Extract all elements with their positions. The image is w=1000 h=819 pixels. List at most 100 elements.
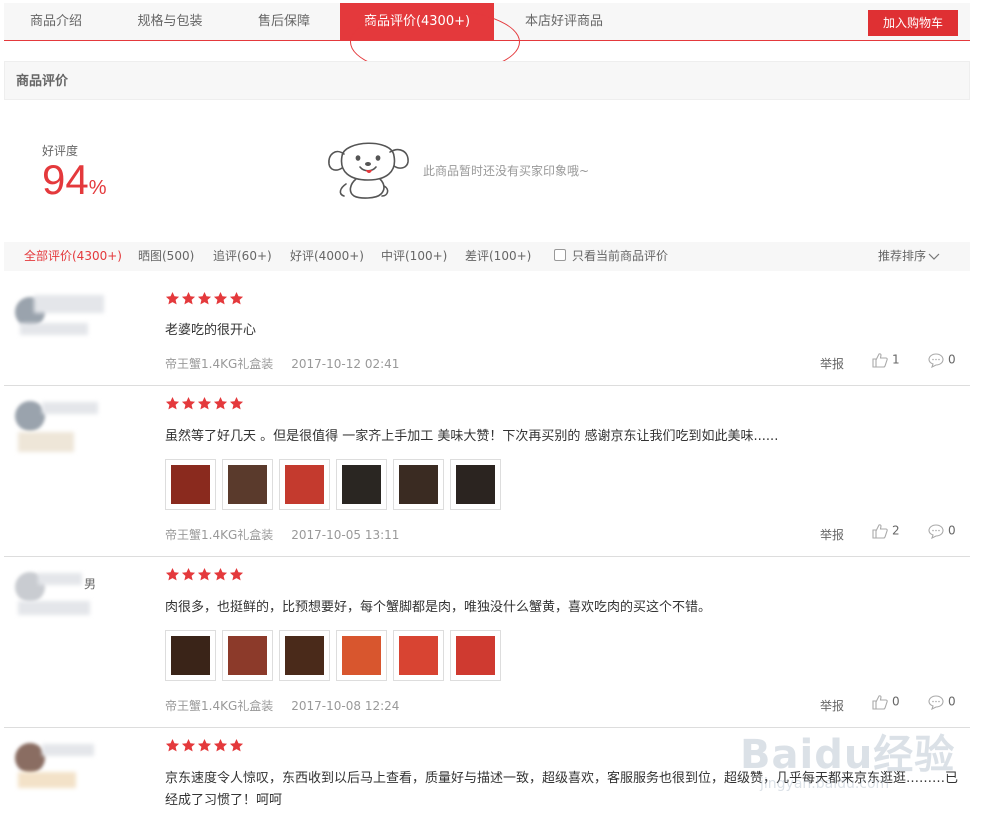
review-text: 虽然等了好几天 。但是很值得 一家齐上手加工 美味大赞！下次再买别的 感谢京东让… — [165, 429, 779, 444]
thumbs-up-icon — [872, 353, 888, 368]
photo-image — [399, 465, 438, 504]
photo-image — [171, 636, 210, 675]
like-button[interactable]: 1 — [872, 352, 900, 368]
photo-image — [399, 636, 438, 675]
filter-followup[interactable]: 追评(60+) — [213, 242, 272, 271]
only-current-product-checkbox[interactable] — [554, 249, 566, 261]
star-rating — [165, 291, 245, 307]
photo-image — [456, 465, 495, 504]
user-avatar — [15, 743, 45, 773]
star-icon — [197, 567, 212, 581]
review-date: 2017-10-08 12:24 — [291, 699, 400, 713]
photo-image — [456, 636, 495, 675]
username-blurred — [38, 573, 82, 585]
reply-button[interactable]: 0 — [928, 694, 956, 711]
star-icon — [213, 738, 228, 752]
report-link[interactable]: 举报 — [820, 697, 844, 714]
star-rating — [165, 567, 245, 583]
review-item: 虽然等了好几天 。但是很值得 一家齐上手加工 美味大赞！下次再买别的 感谢京东让… — [4, 388, 970, 557]
like-button[interactable]: 2 — [872, 523, 900, 539]
tab-after-sales[interactable]: 售后保障 — [236, 3, 332, 40]
review-photo[interactable] — [222, 630, 273, 681]
report-link[interactable]: 举报 — [820, 355, 844, 372]
impression-empty-message: 此商品暂时还没有买家印象哦~ — [423, 164, 590, 178]
review-photo[interactable] — [222, 459, 273, 510]
chevron-down-icon — [928, 253, 940, 260]
add-to-cart-button[interactable]: 加入购物车 — [868, 10, 958, 36]
review-photo[interactable] — [336, 459, 387, 510]
username-blurred — [34, 295, 104, 313]
rating-value: 94% — [42, 158, 107, 202]
review-photo[interactable] — [165, 459, 216, 510]
star-icon — [229, 567, 244, 581]
username-blurred — [42, 744, 94, 756]
review-photo[interactable] — [336, 630, 387, 681]
star-icon — [197, 738, 212, 752]
tab-store-top-rated[interactable]: 本店好评商品 — [504, 3, 624, 40]
user-avatar — [15, 401, 45, 431]
review-photos — [165, 459, 507, 511]
star-rating — [165, 738, 245, 754]
tab-specs[interactable]: 规格与包装 — [116, 3, 224, 40]
only-current-product-label: 只看当前商品评价 — [572, 249, 669, 263]
thumbs-up-icon — [872, 695, 888, 710]
photo-image — [285, 465, 324, 504]
star-icon — [181, 567, 196, 581]
star-icon — [197, 291, 212, 305]
comment-bubble-icon — [928, 353, 944, 369]
product-variant: 帝王蟹1.4KG礼盒装 — [165, 357, 274, 371]
review-photo[interactable] — [450, 459, 501, 510]
review-item: 男 肉很多，也挺鲜的，比预想要好，每个蟹脚都是肉，唯独没什么蟹黄，喜欢吃肉的买这… — [4, 559, 970, 728]
review-meta: 帝王蟹1.4KG礼盒装 2017-10-12 02:41 — [165, 355, 399, 372]
like-count: 1 — [892, 352, 900, 367]
review-date: 2017-10-12 02:41 — [291, 357, 400, 371]
rating-number: 94 — [42, 156, 89, 203]
review-item: 京东速度令人惊叹，东西收到以后马上查看，质量好与描述一致，超级喜欢，客服服务也很… — [4, 730, 970, 819]
report-link[interactable]: 举报 — [820, 526, 844, 543]
star-icon — [181, 396, 196, 410]
star-icon — [213, 396, 228, 410]
comment-bubble-icon — [928, 695, 944, 711]
filter-all[interactable]: 全部评价(4300+) — [24, 242, 122, 271]
reply-count: 0 — [948, 523, 956, 538]
user-level-blurred — [18, 601, 90, 615]
star-icon — [165, 738, 180, 752]
filter-negative[interactable]: 差评(100+) — [465, 242, 531, 271]
filter-positive[interactable]: 好评(4000+) — [290, 242, 364, 271]
like-count: 2 — [892, 523, 900, 538]
photo-image — [171, 465, 210, 504]
star-icon — [229, 291, 244, 305]
review-meta: 帝王蟹1.4KG礼盒装 2017-10-05 13:11 — [165, 526, 399, 543]
like-button[interactable]: 0 — [872, 694, 900, 710]
filter-neutral[interactable]: 中评(100+) — [381, 242, 447, 271]
review-date: 2017-10-05 13:11 — [291, 528, 400, 542]
review-meta: 帝王蟹1.4KG礼盒装 2017-10-08 12:24 — [165, 697, 399, 714]
tab-reviews[interactable]: 商品评价(4300+) — [340, 3, 494, 40]
reply-button[interactable]: 0 — [928, 352, 956, 369]
sort-dropdown[interactable]: 推荐排序 — [878, 242, 940, 271]
reply-count: 0 — [948, 694, 956, 709]
star-icon — [165, 567, 180, 581]
review-photo[interactable] — [279, 459, 330, 510]
product-variant: 帝王蟹1.4KG礼盒装 — [165, 528, 274, 542]
review-text: 京东速度令人惊叹，东西收到以后马上查看，质量好与描述一致，超级喜欢，客服服务也很… — [165, 771, 959, 808]
review-photo[interactable] — [393, 459, 444, 510]
star-icon — [213, 567, 228, 581]
review-photo[interactable] — [165, 630, 216, 681]
detail-tab-bar: 商品介绍 规格与包装 售后保障 商品评价(4300+) 本店好评商品 加入购物车 — [4, 3, 970, 41]
star-icon — [197, 396, 212, 410]
review-photo[interactable] — [393, 630, 444, 681]
review-photo[interactable] — [279, 630, 330, 681]
tab-product-intro[interactable]: 商品介绍 — [4, 3, 108, 40]
reply-button[interactable]: 0 — [928, 523, 956, 540]
star-icon — [229, 738, 244, 752]
review-photo[interactable] — [450, 630, 501, 681]
star-icon — [181, 738, 196, 752]
rating-unit: % — [88, 177, 107, 199]
product-variant: 帝王蟹1.4KG礼盒装 — [165, 699, 274, 713]
photo-image — [342, 465, 381, 504]
thumbs-up-icon — [872, 524, 888, 539]
filter-photos[interactable]: 晒图(500) — [138, 242, 194, 271]
review-item: 老婆吃的很开心 帝王蟹1.4KG礼盒装 2017-10-12 02:41 举报 1… — [4, 283, 970, 386]
photo-image — [228, 465, 267, 504]
